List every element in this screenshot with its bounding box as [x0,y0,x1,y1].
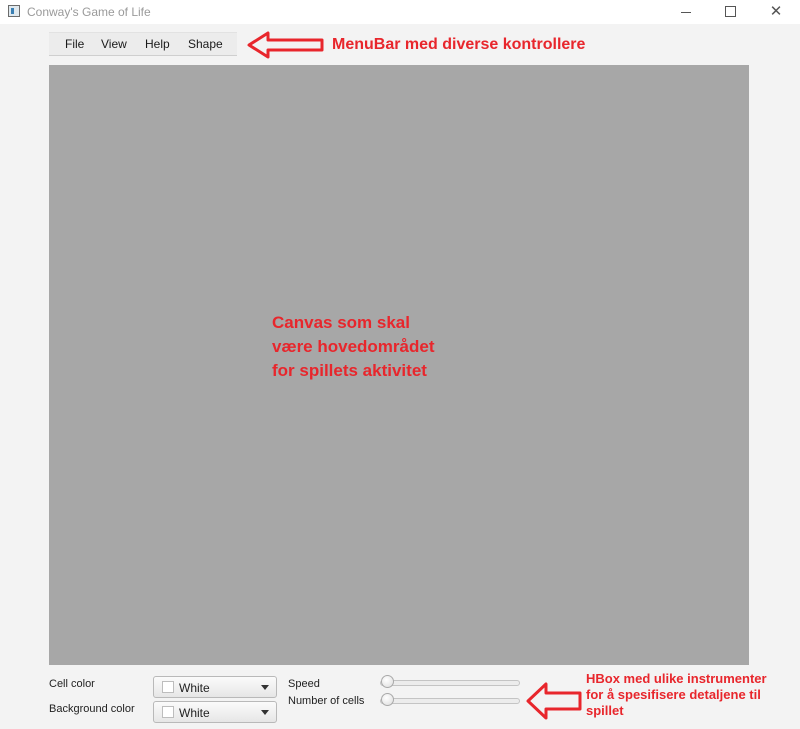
speed-slider[interactable] [380,675,520,689]
canvas-annotation-line: for spillets aktivitet [272,361,427,380]
number-of-cells-label: Number of cells [288,695,365,707]
color-swatch [162,681,174,693]
left-arrow-icon [247,31,324,59]
background-color-value: White [179,706,210,720]
app-icon [8,5,20,17]
hbox-annotation-line: spillet [586,703,624,718]
menubar-annotation: MenuBar med diverse kontrollere [332,36,586,53]
number-of-cells-slider[interactable] [380,693,520,707]
menu-view[interactable]: View [101,37,127,51]
menu-help[interactable]: Help [145,37,170,51]
chevron-down-icon [261,710,269,715]
background-color-label: Background color [49,703,135,715]
canvas-annotation-line: være hovedområdet [272,337,435,356]
slider-track [380,698,520,704]
cell-color-label: Cell color [49,678,95,690]
slider-thumb[interactable] [381,675,394,688]
maximize-button[interactable] [707,0,753,24]
menu-file[interactable]: File [65,37,84,51]
canvas-annotation-line: Canvas som skal [272,313,410,332]
speed-label: Speed [288,678,320,690]
canvas-annotation: Canvas som skal være hovedområdet for sp… [272,311,435,383]
cell-color-value: White [179,681,210,695]
background-color-picker[interactable]: White [153,701,277,723]
hbox-annotation: HBox med ulike instrumenter for å spesif… [586,671,767,719]
hbox-annotation-line: HBox med ulike instrumenter [586,671,767,686]
menu-shape[interactable]: Shape [188,37,223,51]
hbox-annotation-line: for å spesifisere detaljene til [586,687,761,702]
minimize-button[interactable] [663,0,709,24]
cell-color-picker[interactable]: White [153,676,277,698]
title-bar: Conway's Game of Life ✕ [0,0,800,24]
window-title: Conway's Game of Life [27,5,151,19]
close-icon: ✕ [769,3,783,20]
chevron-down-icon [261,685,269,690]
slider-track [380,680,520,686]
color-swatch [162,706,174,718]
left-arrow-icon [526,682,582,720]
slider-thumb[interactable] [381,693,394,706]
menu-bar: File View Help Shape [49,32,237,56]
close-button[interactable]: ✕ [753,0,799,24]
